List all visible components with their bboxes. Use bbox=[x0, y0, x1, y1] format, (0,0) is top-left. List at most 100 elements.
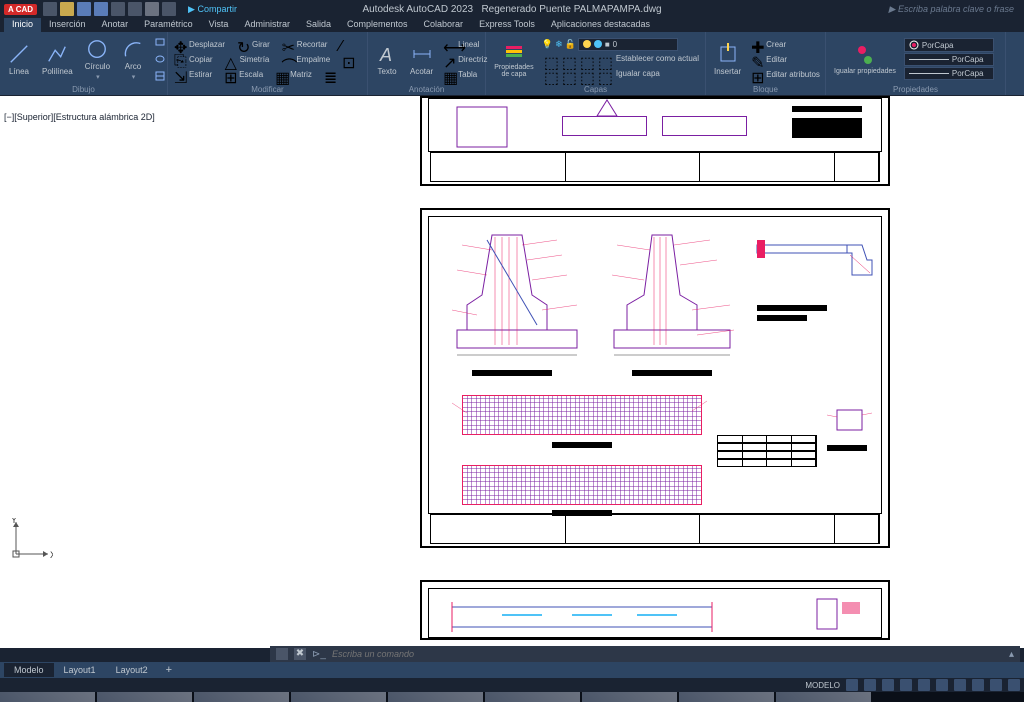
mod-ext2-button[interactable]: ⊡ bbox=[340, 52, 356, 66]
status-transparency-icon[interactable] bbox=[954, 679, 966, 691]
tab-express[interactable]: Express Tools bbox=[471, 18, 543, 32]
texto-button[interactable]: ATexto bbox=[372, 41, 402, 78]
viewport-label[interactable]: [−][Superior][Estructura alámbrica 2D] bbox=[4, 112, 155, 122]
lineweight-combo[interactable]: PorCapa bbox=[904, 53, 994, 66]
save-icon[interactable] bbox=[77, 2, 91, 16]
layer-tool8[interactable]: ⬚ bbox=[596, 67, 612, 81]
window-title: Autodesk AutoCAD 2023 Regenerado Puente … bbox=[362, 4, 661, 15]
tab-complementos[interactable]: Complementos bbox=[339, 18, 416, 32]
igualar-prop-button[interactable]: Igualar propiedades bbox=[830, 42, 900, 77]
command-tool-icon[interactable]: ✖ bbox=[294, 648, 306, 660]
undo-icon[interactable] bbox=[111, 2, 125, 16]
redo-icon[interactable] bbox=[128, 2, 142, 16]
status-workspace-icon[interactable] bbox=[1008, 679, 1020, 691]
editar-atributos-button[interactable]: ⊞Editar atributos bbox=[749, 67, 822, 81]
tab-anotar[interactable]: Anotar bbox=[94, 18, 137, 32]
color-combo[interactable]: PorCapa bbox=[904, 38, 994, 52]
search-input[interactable]: ▶ Escriba palabra clave o frase bbox=[889, 4, 1014, 15]
status-cycle-icon[interactable] bbox=[972, 679, 984, 691]
insertar-button[interactable]: Insertar bbox=[710, 41, 745, 78]
app-badge[interactable]: A CAD bbox=[4, 4, 37, 15]
arco-button[interactable]: Arco▾ bbox=[118, 36, 148, 83]
thumb[interactable] bbox=[97, 692, 192, 702]
layer-tool2[interactable]: ⬚ bbox=[560, 52, 576, 66]
thumb[interactable] bbox=[485, 692, 580, 702]
layer-bulb-icon[interactable]: 💡 bbox=[542, 39, 553, 50]
igualar-capa-button[interactable]: Igualar capa bbox=[614, 67, 662, 81]
thumb[interactable] bbox=[388, 692, 483, 702]
estirar-button[interactable]: ⇲Estirar bbox=[172, 67, 214, 81]
layer-combo[interactable]: ■0 bbox=[578, 38, 678, 51]
tabla-button[interactable]: ▦Tabla bbox=[441, 67, 479, 81]
drawing-viewport[interactable]: [−][Superior][Estructura alámbrica 2D] bbox=[0, 96, 1024, 648]
mod-ext1-button[interactable]: ∕ bbox=[337, 37, 353, 51]
layer-tool7[interactable]: ⬚ bbox=[578, 67, 594, 81]
tab-modelo[interactable]: Modelo bbox=[4, 663, 54, 677]
status-ortho-icon[interactable] bbox=[882, 679, 894, 691]
add-layout-button[interactable]: + bbox=[158, 664, 180, 676]
open-icon[interactable] bbox=[60, 2, 74, 16]
thumb[interactable] bbox=[679, 692, 774, 702]
thumb[interactable] bbox=[776, 692, 871, 702]
thumb[interactable] bbox=[291, 692, 386, 702]
share-link[interactable]: ▶ Compartir bbox=[188, 4, 237, 15]
command-input[interactable] bbox=[332, 649, 1003, 659]
status-grid-icon[interactable] bbox=[846, 679, 858, 691]
escala-button[interactable]: ⊞Escala bbox=[222, 67, 265, 81]
editar-bloque-button[interactable]: ✎Editar bbox=[749, 52, 789, 66]
propiedades-capa-button[interactable]: Propiedades de capa bbox=[490, 38, 538, 80]
status-osnap-icon[interactable] bbox=[918, 679, 930, 691]
thumb[interactable] bbox=[582, 692, 677, 702]
rect-button[interactable] bbox=[152, 35, 168, 49]
tab-vista[interactable]: Vista bbox=[201, 18, 237, 32]
tab-parametrico[interactable]: Paramétrico bbox=[136, 18, 201, 32]
layer-tool4[interactable]: ⬚ bbox=[596, 52, 612, 66]
linea-button[interactable]: Línea bbox=[4, 41, 34, 78]
desplazar-button[interactable]: ✥Desplazar bbox=[172, 37, 227, 51]
command-line[interactable]: ✖ ⊳_ ▴ bbox=[270, 646, 1020, 662]
tab-aplicaciones[interactable]: Aplicaciones destacadas bbox=[543, 18, 658, 32]
establecer-actual-button[interactable]: Establecer como actual bbox=[614, 52, 701, 66]
tab-colaborar[interactable]: Colaborar bbox=[416, 18, 472, 32]
recortar-button[interactable]: ✂Recortar bbox=[280, 37, 330, 51]
status-model[interactable]: MODELO bbox=[805, 681, 840, 690]
print-icon[interactable] bbox=[145, 2, 159, 16]
girar-button[interactable]: ↻Girar bbox=[235, 37, 272, 51]
ellipse-button[interactable] bbox=[152, 52, 168, 66]
layer-freeze-icon[interactable]: ❄ bbox=[555, 39, 563, 50]
linetype-combo[interactable]: PorCapa bbox=[904, 67, 994, 80]
saveas-icon[interactable] bbox=[94, 2, 108, 16]
tab-layout2[interactable]: Layout2 bbox=[106, 663, 158, 677]
tab-layout1[interactable]: Layout1 bbox=[54, 663, 106, 677]
thumb[interactable] bbox=[194, 692, 289, 702]
new-icon[interactable] bbox=[43, 2, 57, 16]
directriz-button[interactable]: ↗Directriz bbox=[441, 52, 489, 66]
ucs-icon[interactable]: X Y bbox=[8, 518, 53, 563]
mod-ext3-button[interactable]: ≣ bbox=[322, 67, 338, 81]
layer-tool6[interactable]: ⬚ bbox=[560, 67, 576, 81]
simetria-button[interactable]: △Simetría bbox=[223, 52, 272, 66]
layer-tool1[interactable]: ⬚ bbox=[542, 52, 558, 66]
status-lwt-icon[interactable] bbox=[936, 679, 948, 691]
thumb[interactable] bbox=[0, 692, 95, 702]
layer-lock-icon[interactable]: 🔓 bbox=[565, 39, 576, 50]
circulo-button[interactable]: Círculo▾ bbox=[81, 36, 114, 83]
lineal-button[interactable]: ⟷Lineal bbox=[441, 37, 481, 51]
status-polar-icon[interactable] bbox=[900, 679, 912, 691]
hatch-button[interactable] bbox=[152, 69, 168, 83]
matriz-button[interactable]: ▦Matriz bbox=[273, 67, 314, 81]
status-anno-icon[interactable] bbox=[990, 679, 1002, 691]
polilinea-button[interactable]: Polilínea bbox=[38, 41, 77, 78]
qat-more-icon[interactable] bbox=[162, 2, 176, 16]
copiar-button[interactable]: ⎘Copiar bbox=[172, 52, 215, 66]
status-snap-icon[interactable] bbox=[864, 679, 876, 691]
tab-inicio[interactable]: Inicio bbox=[4, 18, 41, 32]
layer-tool3[interactable]: ⬚ bbox=[578, 52, 594, 66]
tab-administrar[interactable]: Administrar bbox=[236, 18, 298, 32]
acotar-button[interactable]: Acotar bbox=[406, 41, 437, 78]
tab-insercion[interactable]: Inserción bbox=[41, 18, 94, 32]
tab-salida[interactable]: Salida bbox=[298, 18, 339, 32]
crear-button[interactable]: ✚Crear bbox=[749, 37, 788, 51]
layer-tool5[interactable]: ⬚ bbox=[542, 67, 558, 81]
empalme-button[interactable]: ⌒Empalme bbox=[279, 52, 332, 66]
